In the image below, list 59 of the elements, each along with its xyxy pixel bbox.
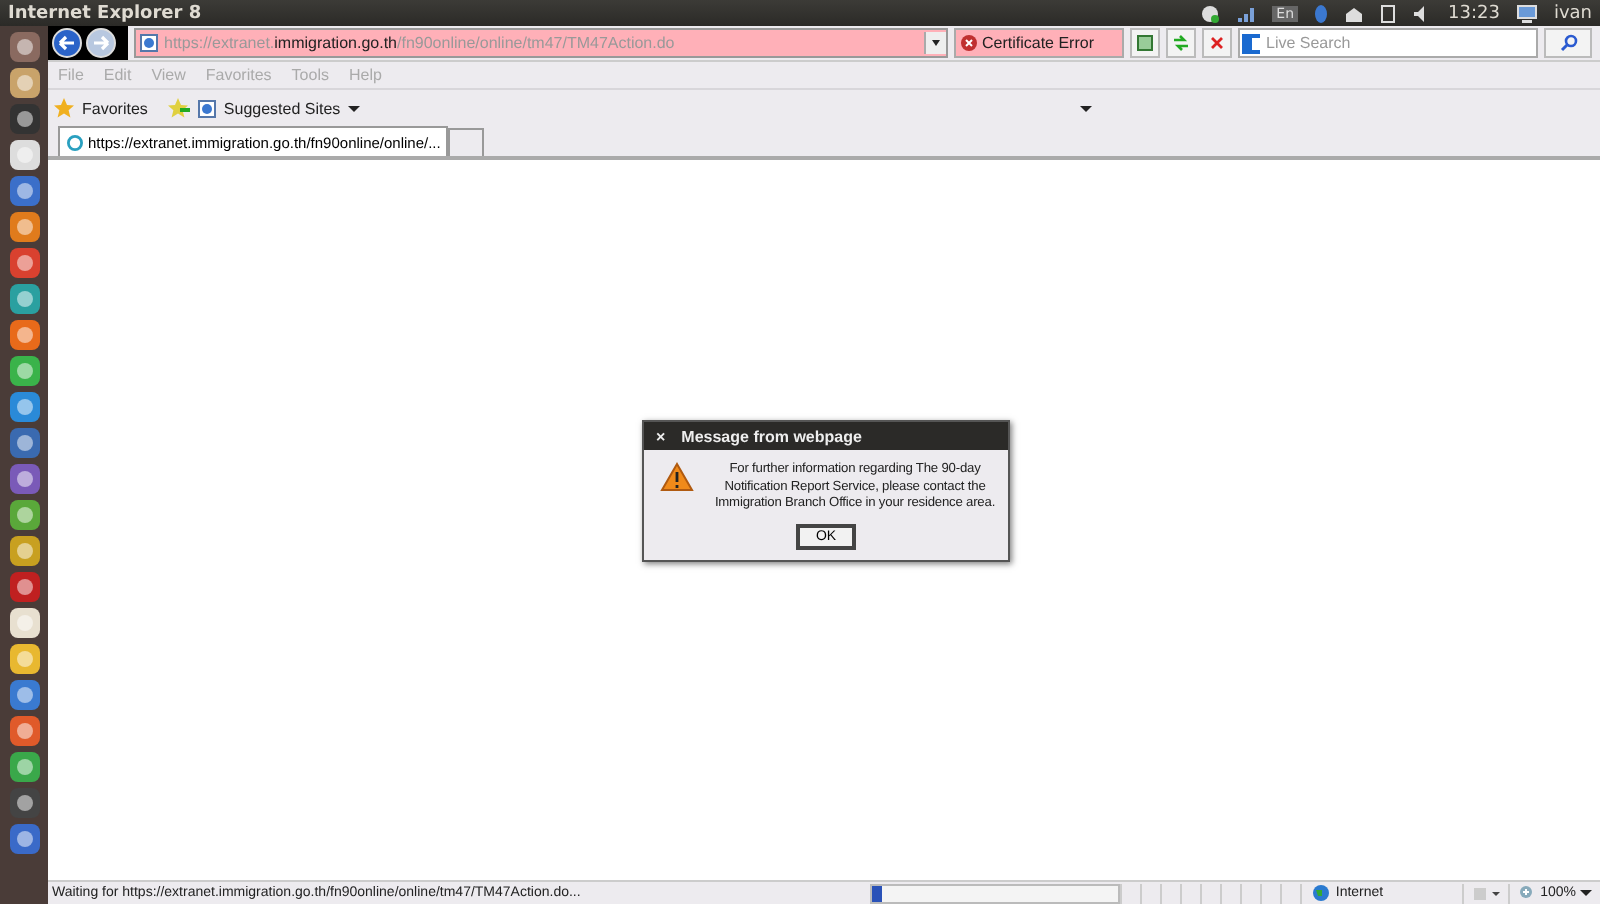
app-icon[interactable] (7, 174, 41, 208)
dropdown-icon[interactable] (923, 32, 946, 54)
battery-icon[interactable] (1380, 3, 1397, 23)
app-icon[interactable] (7, 462, 41, 496)
app-icon[interactable] (7, 570, 41, 604)
protected-mode-icon[interactable] (1472, 885, 1501, 901)
favorites-button[interactable]: Favorites (82, 99, 148, 117)
monitor-icon[interactable] (1515, 3, 1538, 23)
compatibility-button[interactable] (1130, 28, 1160, 58)
app-icon[interactable] (7, 498, 41, 532)
loading-icon (66, 133, 84, 151)
app-icon[interactable] (7, 678, 41, 712)
close-button[interactable]: × (656, 427, 666, 445)
warning-icon (660, 462, 694, 492)
address-field[interactable]: https://extranet.immigration.go.th/fn90online/online/tm47/TM47Action.do (134, 28, 948, 58)
app-icon[interactable] (7, 210, 41, 244)
app-icon[interactable] (7, 714, 41, 748)
shield-icon (959, 34, 978, 52)
app-icon[interactable] (7, 246, 41, 280)
zoom-icon (1518, 884, 1537, 902)
app-icon[interactable] (7, 642, 41, 676)
app-icon[interactable] (7, 534, 41, 568)
app-icon[interactable] (7, 138, 41, 172)
app-icon[interactable] (7, 786, 41, 820)
page-icon (1136, 34, 1154, 52)
close-icon (1208, 34, 1226, 52)
app-icon[interactable] (7, 354, 41, 388)
page-icon (140, 34, 158, 52)
app-icon[interactable] (7, 30, 41, 64)
globe-icon (1311, 884, 1330, 902)
app-icon[interactable] (7, 102, 41, 136)
caret-icon[interactable] (1080, 103, 1093, 113)
back-icon[interactable] (52, 28, 82, 58)
certificate-error-button[interactable]: Certificate Error (953, 28, 1124, 58)
stop-button[interactable] (1202, 28, 1232, 58)
app-icon[interactable] (7, 66, 41, 100)
app-icon[interactable] (7, 282, 41, 316)
refresh-icon (1172, 34, 1190, 52)
user-name[interactable]: ivan (1553, 3, 1592, 23)
app-icon[interactable] (7, 426, 41, 460)
caret-icon[interactable] (348, 103, 361, 113)
search-field[interactable]: Live Search (1238, 28, 1538, 58)
caret-icon (1580, 888, 1592, 898)
add-favorite-icon[interactable] (167, 98, 190, 118)
app-icon[interactable] (7, 822, 41, 856)
search-button[interactable] (1544, 28, 1592, 58)
app-icon[interactable] (7, 606, 41, 640)
page-icon (197, 99, 216, 117)
window-title: Internet Explorer 8 (8, 3, 204, 23)
app-icon[interactable] (7, 390, 41, 424)
app-icon[interactable] (7, 318, 41, 352)
forward-icon[interactable] (86, 28, 116, 58)
signal-icon[interactable] (1236, 3, 1257, 23)
dialog-title: Message from webpage (681, 427, 862, 445)
star-icon[interactable] (54, 98, 74, 118)
clock[interactable]: 13:23 (1448, 3, 1500, 23)
app-icon[interactable] (7, 750, 41, 784)
search-icon (1559, 34, 1577, 52)
suggested-sites-button[interactable]: Suggested Sites (223, 99, 341, 117)
